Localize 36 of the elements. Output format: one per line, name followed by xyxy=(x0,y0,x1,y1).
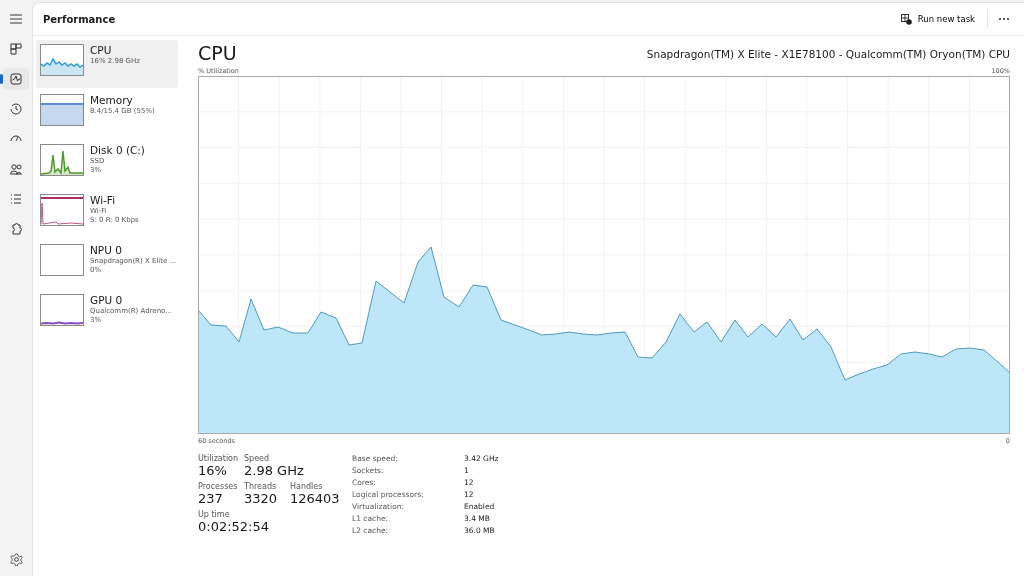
stat-label: Processes xyxy=(198,482,239,491)
usage-thumbnail xyxy=(40,244,84,276)
stat-value: 0:02:52:54 xyxy=(198,519,270,534)
history-icon xyxy=(9,102,23,116)
stat-label: Utilization xyxy=(198,454,239,463)
stat-value: 126403 xyxy=(290,491,340,506)
stat-value: 237 xyxy=(198,491,224,506)
stat-value: 16% xyxy=(198,463,228,478)
processor-name: Snapdragon(TM) X Elite - X1E78100 - Qualcomm(TM) Oryon(TM) CPU xyxy=(646,48,1010,62)
usage-thumbnail xyxy=(40,44,84,76)
device-name: CPU xyxy=(90,44,113,56)
users-icon xyxy=(9,162,23,176)
usage-thumbnail xyxy=(40,294,84,326)
usage-thumbnail xyxy=(40,144,84,176)
usage-thumbnail xyxy=(40,194,84,226)
run-new-task-button[interactable]: Run new task xyxy=(894,9,981,29)
stat-value: 2.98 GHz xyxy=(244,463,304,478)
dashboard-icon xyxy=(9,42,23,56)
usage-thumbnail xyxy=(40,94,84,126)
device-name: Disk 0 (C:) xyxy=(90,144,145,156)
detail-title: CPU xyxy=(198,42,237,64)
stat-label: Up time xyxy=(198,510,231,519)
stat-label: Handles xyxy=(290,482,324,491)
stat-label: Threads xyxy=(244,482,278,491)
window-title: Performance xyxy=(43,13,117,25)
stat-label: Speed xyxy=(244,454,271,463)
device-name: NPU 0 xyxy=(90,244,123,256)
window-icon xyxy=(900,13,912,25)
device-name: GPU 0 xyxy=(90,294,124,306)
list-icon xyxy=(9,192,23,206)
device-name: Wi-Fi xyxy=(90,194,117,206)
performance-icon xyxy=(9,72,23,86)
device-name: Memory xyxy=(90,94,134,106)
stat-value: 3320 xyxy=(244,491,279,506)
puzzle-icon xyxy=(9,222,23,236)
nav-button[interactable] xyxy=(3,68,29,90)
